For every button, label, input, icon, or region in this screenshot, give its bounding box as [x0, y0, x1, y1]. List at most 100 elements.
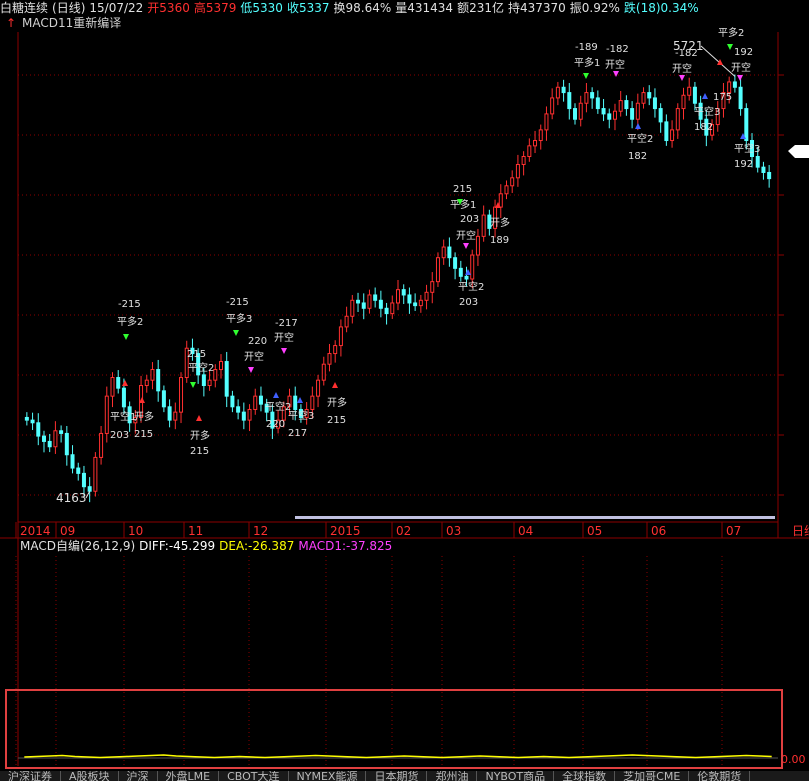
candle-body: [618, 100, 623, 112]
signal-arrow-icon: [737, 75, 743, 81]
candle-body: [201, 374, 206, 387]
candle-body: [384, 307, 389, 315]
signal-label: 开空: [274, 331, 294, 344]
macd-title: MACD自编(26,12,9): [20, 539, 136, 553]
candle-body: [121, 387, 126, 408]
candle-body: [310, 395, 315, 410]
candle-body: [533, 140, 538, 147]
x-tick-label: 04: [518, 524, 533, 538]
candle-body: [316, 379, 321, 397]
signal-arrow-icon: [122, 380, 128, 386]
market-tab[interactable]: 日本期货: [366, 771, 428, 781]
candle-body: [413, 302, 418, 307]
signal-label: 215: [134, 429, 153, 440]
candle-body: [504, 185, 509, 195]
signal-label: 开空: [456, 229, 476, 242]
market-tab[interactable]: A股板块: [61, 771, 119, 781]
candle-body: [373, 294, 378, 301]
candle-body: [418, 299, 423, 307]
market-tab[interactable]: 沪深: [119, 771, 158, 781]
x-tick-label: 05: [587, 524, 602, 538]
candle-body: [396, 289, 400, 304]
signal-label: -215: [226, 297, 249, 308]
signal-label: 192: [734, 47, 753, 58]
candle-body: [116, 377, 121, 389]
signal-label: 开空: [244, 350, 264, 363]
candle-body: [179, 377, 184, 413]
signal-arrow-icon: [679, 75, 685, 81]
macd-diff: DIFF:-45.299: [139, 539, 216, 553]
candle-body: [652, 97, 657, 110]
signal-label: -182: [675, 48, 698, 59]
x-tick-label: 03: [446, 524, 461, 538]
signal-label: 平多1: [450, 198, 476, 211]
candle-body: [390, 302, 395, 315]
candle-body: [647, 92, 652, 99]
market-tab[interactable]: NYBOT商品: [477, 771, 555, 781]
signal-arrow-icon: [123, 334, 129, 340]
macd-header: MACD自编(26,12,9) DIFF:-45.299 DEA:-26.387 MA…: [20, 539, 396, 554]
candle-body: [624, 100, 629, 110]
candle-body: [515, 163, 520, 179]
candle-body: [612, 110, 617, 120]
signal-label: 220: [266, 419, 285, 430]
signal-label: 182: [694, 122, 713, 133]
market-tab[interactable]: 芝加哥CME: [615, 771, 690, 781]
candle-body: [224, 361, 229, 397]
market-tab[interactable]: CBOT大连: [219, 771, 289, 781]
x-tick-label: 2015: [330, 524, 361, 538]
signal-label: 开多: [327, 396, 347, 409]
candle-body: [675, 108, 680, 131]
candle-body: [590, 92, 595, 99]
chart-canvas[interactable]: 41635721-215平多2平空1203开多215215平空2开多215-21…: [0, 0, 809, 771]
x-tick-label: 07: [726, 524, 741, 538]
market-tab[interactable]: 全球指数: [554, 771, 616, 781]
x-tick-label: 06: [651, 524, 666, 538]
candle-body: [218, 361, 223, 371]
candle-body: [99, 432, 104, 458]
candle-body: [607, 113, 612, 120]
signal-label: 203: [459, 297, 478, 308]
current-price-marker: [788, 145, 809, 158]
signal-label: 217: [288, 428, 307, 439]
signal-arrow-icon: [583, 73, 589, 79]
signal-arrow-icon: [727, 44, 733, 50]
candle-body: [435, 257, 440, 283]
market-tab[interactable]: 外盘LME: [158, 771, 220, 781]
candle-body: [464, 275, 469, 280]
macd-value: MACD1:-37.825: [298, 539, 393, 553]
signal-label: 平多1: [574, 56, 600, 69]
candle-body: [692, 86, 697, 104]
candle-body: [738, 86, 743, 110]
candle-body: [441, 246, 446, 259]
candle-body: [430, 281, 435, 293]
candle-body: [53, 430, 58, 448]
candle-body: [555, 86, 560, 99]
candle-body: [344, 315, 349, 328]
market-tab[interactable]: 郑州油: [427, 771, 478, 781]
x-tick-label: 09: [60, 524, 75, 538]
signal-label: -189: [575, 42, 598, 53]
candle-body: [561, 86, 566, 94]
candle-body: [173, 411, 178, 421]
candle-body: [664, 121, 669, 142]
signal-label: 平空3: [694, 105, 720, 118]
candle-body: [333, 345, 338, 355]
signal-arrow-icon: [717, 59, 723, 65]
candle-body: [167, 406, 172, 421]
candle-body: [407, 294, 412, 304]
candle-body: [70, 454, 75, 469]
signal-arrow-icon: [332, 382, 338, 388]
candle-body: [30, 419, 35, 424]
candle-body: [258, 395, 263, 405]
candle-body: [59, 430, 64, 434]
market-tab[interactable]: NYMEX能源: [289, 771, 367, 781]
signal-arrow-icon: [465, 269, 471, 275]
macd-dea: DEA:-26.387: [219, 539, 295, 553]
market-tab[interactable]: 伦敦期货: [689, 771, 751, 781]
market-tab[interactable]: 沪深证券: [0, 771, 61, 781]
signal-label: 平空2: [188, 361, 214, 374]
candle-body: [378, 299, 383, 309]
candle-body: [144, 379, 149, 387]
signal-label: 开多: [490, 216, 510, 229]
